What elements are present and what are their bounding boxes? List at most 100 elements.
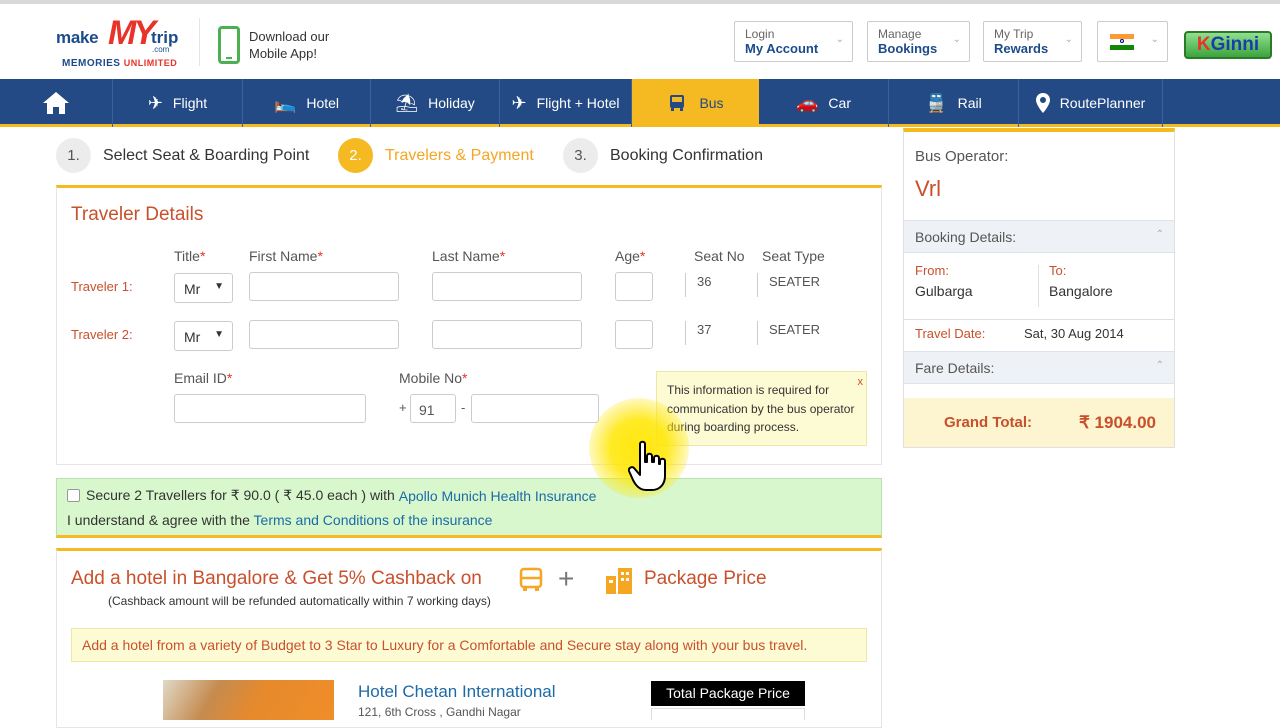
traveler-details-title: Traveler Details bbox=[71, 204, 204, 225]
title-column-label: Title* bbox=[174, 248, 206, 264]
insurance-line-2: I understand & agree with the Terms and … bbox=[67, 512, 492, 528]
booking-details-header[interactable]: Booking Details: ⌃ bbox=[904, 220, 1174, 253]
mobile-phone-icon[interactable] bbox=[218, 26, 240, 64]
location-pin-icon bbox=[1035, 93, 1050, 113]
hotel-name-link[interactable]: Hotel Chetan International bbox=[358, 682, 556, 702]
login-dropdown[interactable]: Login My Account ⌄ bbox=[734, 21, 853, 62]
step-label: Travelers & Payment bbox=[385, 146, 534, 164]
dropdown-arrow-icon: ▼ bbox=[214, 281, 224, 292]
car-icon: 🚗 bbox=[796, 92, 819, 113]
insurance-checkbox[interactable] bbox=[67, 489, 80, 502]
seat-divider bbox=[685, 321, 686, 345]
terms-conditions-link[interactable]: Terms and Conditions of the insurance bbox=[254, 512, 493, 528]
mobile-country-code-input[interactable]: 91 bbox=[410, 394, 456, 423]
nav-flight-hotel[interactable]: ✈ Flight + Hotel bbox=[500, 79, 632, 127]
nav-rail[interactable]: 🚆 Rail bbox=[889, 79, 1019, 127]
nav-car-label: Car bbox=[828, 95, 851, 111]
main-nav: ✈ Flight 🛌 Hotel ⛱ Holiday ✈ Flight + Hotel … bbox=[0, 79, 1280, 127]
traveler-2-label: Traveler 2: bbox=[71, 327, 133, 342]
home-icon bbox=[43, 92, 69, 114]
traveler-1-label: Traveler 1: bbox=[71, 279, 133, 294]
traveler-1-last-name-input[interactable] bbox=[432, 272, 582, 301]
traveler-2-last-name-input[interactable] bbox=[432, 320, 582, 349]
nav-car[interactable]: 🚗 Car bbox=[759, 79, 889, 127]
chevron-up-icon: ⌃ bbox=[1155, 229, 1164, 240]
traveler-1-title-select[interactable]: Mr ▼ bbox=[174, 273, 233, 303]
kginni-badge: KGinni bbox=[1184, 31, 1272, 59]
bus-operator-label: Bus Operator: bbox=[915, 148, 1009, 165]
cashback-note: (Cashback amount will be refunded automa… bbox=[108, 594, 491, 608]
email-input[interactable] bbox=[174, 394, 366, 423]
step-number: 1. bbox=[56, 138, 91, 173]
hotel-offer-title: Add a hotel in Bangalore & Get 5% Cashba… bbox=[71, 568, 482, 589]
logo-my: MY bbox=[108, 14, 156, 52]
age-column-label: Age* bbox=[615, 248, 646, 264]
step-booking-confirmation: 3. Booking Confirmation bbox=[563, 138, 763, 173]
chevron-down-icon: ⌄ bbox=[1064, 34, 1073, 45]
bus-operator-name: Vrl bbox=[915, 176, 942, 201]
total-package-price-header: Total Package Price bbox=[651, 681, 805, 706]
india-flag-icon bbox=[1110, 34, 1134, 50]
details-divider bbox=[904, 319, 1174, 320]
grand-total-label: Grand Total: bbox=[944, 414, 1033, 431]
logo-tagline: MEMORIES UNLIMITED bbox=[62, 58, 178, 69]
traveler-2-title-select[interactable]: Mr ▼ bbox=[174, 321, 233, 351]
insurance-line-1: Secure 2 Travellers for ₹ 90.0 ( ₹ 45.0 … bbox=[67, 487, 596, 504]
nav-routeplanner-label: RoutePlanner bbox=[1059, 95, 1146, 111]
chevron-up-icon: ⌃ bbox=[1155, 360, 1164, 371]
fare-details-label: Fare Details: bbox=[915, 360, 995, 376]
seat-type-column-label: Seat Type bbox=[762, 248, 825, 264]
grand-total-box: Grand Total: ₹ 1904.00 bbox=[903, 398, 1175, 448]
email-label: Email ID* bbox=[174, 370, 233, 386]
flight-icon: ✈ bbox=[147, 92, 163, 113]
seat-divider bbox=[757, 321, 758, 345]
chevron-down-icon: ⌄ bbox=[952, 34, 961, 45]
traveler-2-seat-no: 37 bbox=[697, 322, 712, 337]
bus-icon bbox=[519, 567, 543, 591]
traveler-1-seat-type: SEATER bbox=[769, 274, 821, 289]
tooltip-text: This information is required for communi… bbox=[667, 383, 855, 434]
step-select-seat[interactable]: 1. Select Seat & Boarding Point bbox=[56, 138, 309, 173]
nav-flight-hotel-label: Flight + Hotel bbox=[536, 95, 620, 111]
hotel-thumbnail-image[interactable] bbox=[163, 680, 334, 720]
hotel-address: 121, 6th Cross , Gandhi Nagar bbox=[358, 705, 521, 719]
app-download-promo[interactable]: Download our Mobile App! bbox=[249, 28, 359, 62]
traveler-1-age-input[interactable] bbox=[615, 272, 653, 301]
to-label: To: bbox=[1049, 263, 1067, 278]
logo-com: .com bbox=[152, 45, 170, 54]
traveler-2-first-name-input[interactable] bbox=[249, 320, 399, 349]
mobile-number-input[interactable] bbox=[471, 394, 599, 423]
my-trip-rewards-dropdown[interactable]: My Trip Rewards ⌄ bbox=[983, 21, 1082, 62]
makemytrip-logo[interactable]: make MY trip .com MEMORIES UNLIMITED bbox=[56, 14, 186, 72]
fare-details-header[interactable]: Fare Details: ⌃ bbox=[904, 351, 1174, 384]
plus-icon: + bbox=[558, 563, 575, 594]
mobile-plus-sign: + bbox=[399, 400, 407, 415]
total-package-price-box bbox=[651, 708, 805, 720]
booking-details-label: Booking Details: bbox=[915, 229, 1017, 245]
tooltip-close-icon[interactable]: x bbox=[858, 373, 864, 392]
nav-rail-label: Rail bbox=[957, 95, 982, 111]
traveler-2-age-input[interactable] bbox=[615, 320, 653, 349]
first-name-column-label: First Name* bbox=[249, 248, 323, 264]
manage-bookings-dropdown[interactable]: Manage Bookings ⌄ bbox=[867, 21, 970, 62]
nav-home[interactable] bbox=[0, 79, 113, 127]
grand-total-value: ₹ 1904.00 bbox=[1079, 413, 1156, 432]
rewards-label: Rewards bbox=[994, 41, 1049, 56]
seat-divider bbox=[757, 273, 758, 297]
traveler-1-first-name-input[interactable] bbox=[249, 272, 399, 301]
travel-date-label: Travel Date: bbox=[915, 326, 986, 341]
traveler-2-seat-type: SEATER bbox=[769, 322, 821, 337]
nav-bus[interactable]: Bus bbox=[632, 79, 759, 127]
nav-hotel[interactable]: 🛌 Hotel bbox=[243, 79, 371, 127]
step-travelers-payment: 2. Travelers & Payment bbox=[338, 138, 534, 173]
logo-make: make bbox=[56, 28, 99, 47]
step-label: Select Seat & Boarding Point bbox=[103, 146, 310, 164]
package-price-label: Package Price bbox=[644, 568, 767, 589]
apollo-munich-link[interactable]: Apollo Munich Health Insurance bbox=[399, 488, 597, 504]
chevron-down-icon: ⌄ bbox=[1150, 34, 1159, 45]
nav-holiday[interactable]: ⛱ Holiday bbox=[371, 79, 500, 127]
dropdown-arrow-icon: ▼ bbox=[214, 329, 224, 340]
nav-routeplanner[interactable]: RoutePlanner bbox=[1019, 79, 1163, 127]
hotel-building-icon bbox=[606, 568, 632, 594]
nav-flight[interactable]: ✈ Flight bbox=[113, 79, 243, 127]
